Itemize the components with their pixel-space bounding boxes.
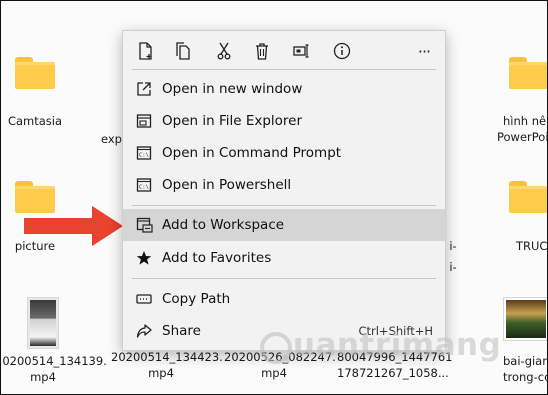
menu-separator [132, 278, 436, 279]
command-prompt-icon: C:\ [134, 143, 154, 163]
video-file-2[interactable]: 20200514_134423. mp4 [111, 349, 223, 381]
red-arrow-annotation [22, 203, 126, 249]
partial-label: i- [449, 239, 457, 253]
info-icon[interactable] [331, 40, 353, 62]
video-file-1[interactable]: 20200514_134139. mp4 [0, 297, 107, 385]
folder-camtasia[interactable]: Camtasia [7, 57, 63, 129]
svg-text:C:\: C:\ [139, 185, 149, 191]
menu-item-open-file-explorer[interactable]: Open in File Explorer [123, 105, 445, 137]
trash-icon[interactable] [251, 40, 273, 62]
file-browser-window: Camtasia exp hình nên PowerPoi picture T… [0, 0, 548, 395]
svg-text:C:\: C:\ [139, 153, 149, 159]
context-menu: ··· Open in new window Open in File Expl… [122, 30, 446, 351]
rename-icon[interactable] [291, 40, 313, 62]
file-explorer-icon [134, 111, 154, 131]
folder-icon [509, 181, 547, 213]
folder-truc[interactable]: TRUC [497, 181, 548, 254]
file-label: mp4 [148, 366, 174, 380]
file-label: 20200514_134139. [0, 354, 107, 368]
menu-item-add-to-favorites[interactable]: Add to Favorites [123, 242, 445, 274]
menu-item-copy-path[interactable]: Copy Path [123, 283, 445, 315]
scissors-icon[interactable] [213, 40, 235, 62]
file-label: TRUC [516, 239, 548, 253]
menu-item-open-command-prompt[interactable]: C:\ Open in Command Prompt [123, 137, 445, 169]
menu-item-add-to-workspace[interactable]: Add to Workspace [123, 209, 445, 241]
open-new-window-icon [134, 79, 154, 99]
folder-icon [15, 57, 55, 89]
video-file-5[interactable]: bai-giang- trong-co-tha [499, 297, 547, 385]
workspace-icon [134, 215, 154, 235]
powershell-icon: C:\ [134, 175, 154, 195]
watermark-text: uantrimang [293, 327, 502, 363]
more-icon[interactable]: ··· [413, 40, 435, 62]
menu-separator [132, 205, 436, 206]
folder-exp-partial[interactable]: exp [101, 131, 123, 147]
file-label: mp4 [30, 370, 56, 384]
new-file-icon[interactable] [135, 40, 157, 62]
file-label: trong-co-tha [503, 370, 547, 384]
menu-item-open-new-window[interactable]: Open in new window [123, 73, 445, 105]
watermark-logo [259, 331, 293, 369]
menu-toolbar: ··· [123, 31, 445, 69]
menu-separator [132, 69, 436, 70]
file-label: hình nên [503, 114, 547, 128]
file-label: PowerPoi [497, 130, 548, 144]
file-label: 20200514_134423. [111, 350, 223, 364]
copy-icon[interactable] [172, 40, 194, 62]
star-icon [134, 248, 154, 268]
video-thumbnail [503, 297, 547, 341]
file-label: exp [101, 132, 122, 146]
video-thumbnail [27, 297, 59, 349]
menu-item-open-powershell[interactable]: C:\ Open in Powershell [123, 169, 445, 201]
share-icon [134, 321, 154, 341]
folder-icon [509, 57, 547, 89]
file-label: Camtasia [7, 114, 63, 128]
folder-hinh-nen[interactable]: hình nên PowerPoi [497, 57, 548, 145]
file-label: bai-giang- [503, 354, 547, 368]
copy-path-icon [134, 289, 154, 309]
file-label: 178721267_1058... [337, 366, 449, 380]
partial-label: i- [449, 260, 457, 274]
